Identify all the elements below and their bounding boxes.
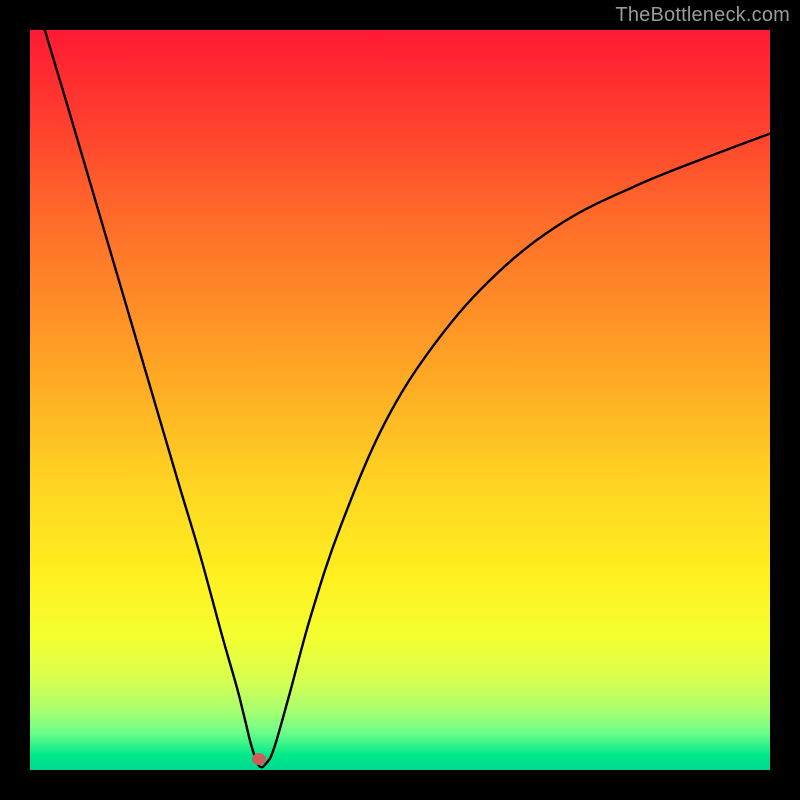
watermark-text: TheBottleneck.com bbox=[615, 4, 790, 27]
bottleneck-curve bbox=[30, 30, 770, 770]
chart-frame: TheBottleneck.com bbox=[0, 0, 800, 800]
optimum-marker bbox=[252, 753, 266, 765]
plot-area bbox=[30, 30, 770, 770]
